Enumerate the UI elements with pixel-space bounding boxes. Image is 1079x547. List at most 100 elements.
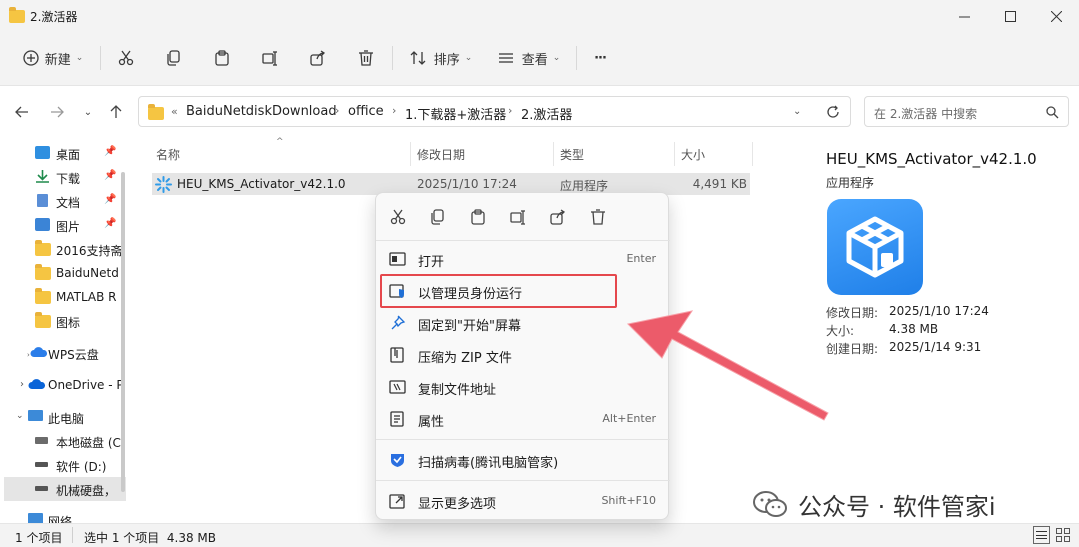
column-divider[interactable]: [674, 142, 675, 166]
paste-icon[interactable]: [468, 207, 488, 227]
column-divider[interactable]: [553, 142, 554, 166]
sidebar-item-label: BaiduNetd: [56, 266, 119, 280]
column-header-date[interactable]: 修改日期: [417, 146, 465, 163]
sidebar-item-folder[interactable]: 2016支持斋: [0, 237, 130, 261]
delete-icon[interactable]: [588, 207, 608, 227]
folder-icon: [9, 7, 25, 23]
menu-item-open[interactable]: 打开 Enter: [376, 244, 670, 274]
share-icon: [310, 50, 326, 66]
sidebar-item-label: 机械硬盘，: [56, 484, 117, 498]
close-button[interactable]: [1033, 0, 1079, 32]
highlight-box: [380, 274, 617, 308]
column-divider[interactable]: [410, 142, 411, 166]
cloud-icon: [30, 347, 48, 357]
column-header-type[interactable]: 类型: [560, 146, 584, 163]
pin-icon: [391, 315, 406, 330]
sidebar-item-folder[interactable]: MATLAB R: [0, 285, 130, 309]
paste-button[interactable]: [210, 42, 234, 74]
view-button[interactable]: 查看 ⌄: [494, 42, 564, 74]
network-icon: [28, 513, 43, 523]
menu-item-scan-virus[interactable]: 扫描病毒(腾讯电脑管家): [376, 445, 670, 475]
menu-item-more-options[interactable]: 显示更多选项 Shift+F10: [376, 486, 670, 516]
sidebar-item-drive-d[interactable]: 软件 (D:): [0, 453, 130, 477]
sidebar-item-label: 网络: [48, 515, 73, 523]
menu-item-label: 属性: [418, 415, 445, 430]
column-divider[interactable]: [752, 142, 753, 166]
folder-icon: [35, 240, 51, 256]
refresh-button[interactable]: [822, 101, 844, 123]
status-bar: 1 个项目 选中 1 个项目 4.38 MB: [0, 523, 1079, 547]
divider: [72, 527, 73, 543]
view-icon: [498, 53, 513, 63]
menu-item-label: 压缩为 ZIP 文件: [418, 351, 512, 366]
address-dropdown-icon[interactable]: ⌄: [793, 106, 801, 117]
minimize-button[interactable]: [941, 0, 987, 32]
rename-button[interactable]: [258, 42, 282, 74]
sidebar-item-folder[interactable]: BaiduNetd: [0, 261, 130, 285]
divider: [392, 46, 393, 70]
window-title: 2.激活器: [30, 10, 78, 24]
open-icon: [389, 252, 406, 266]
details-view-button[interactable]: [1033, 526, 1050, 544]
rename-icon[interactable]: [508, 207, 528, 227]
new-button[interactable]: 新建 ⌄: [18, 42, 88, 74]
copy-button[interactable]: [162, 42, 186, 74]
chevron-right-icon: ›: [20, 379, 24, 390]
drive-icon: [35, 486, 48, 491]
sidebar-item-downloads[interactable]: 下载 📌: [0, 165, 130, 189]
sidebar-item-onedrive[interactable]: › OneDrive - P: [0, 373, 130, 397]
sidebar-item-this-pc[interactable]: ⌄ 此电脑: [0, 405, 130, 429]
share-button[interactable]: [306, 42, 330, 74]
sidebar-item-label: 桌面: [56, 148, 81, 162]
sidebar-item-pictures[interactable]: 图片 📌: [0, 213, 130, 237]
forward-arrow-icon[interactable]: [47, 102, 67, 122]
plus-circle-icon: [23, 50, 39, 66]
address-bar[interactable]: « BaiduNetdiskDownload › office › 1.下载器+…: [138, 96, 851, 127]
sidebar-item-network[interactable]: 网络: [0, 508, 130, 523]
pin-icon: 📌: [104, 218, 117, 229]
maximize-button[interactable]: [987, 0, 1033, 32]
pin-icon: 📌: [104, 170, 117, 181]
search-box[interactable]: 在 2.激活器 中搜索: [864, 96, 1069, 127]
sidebar-item-label: 此电脑: [48, 412, 85, 426]
wechat-logo-icon: [753, 490, 787, 517]
cut-icon[interactable]: [388, 207, 408, 227]
onedrive-icon: [28, 379, 46, 389]
sidebar-scrollbar[interactable]: [121, 172, 125, 492]
column-header-name[interactable]: 名称: [156, 146, 180, 163]
recent-chevron-icon[interactable]: ⌄: [78, 102, 98, 122]
document-icon: [37, 194, 48, 207]
selection-info: 选中 1 个项目 4.38 MB: [84, 531, 217, 545]
sort-button[interactable]: 排序 ⌄: [406, 42, 476, 74]
cut-button[interactable]: [114, 42, 138, 74]
chevron-down-icon: ⌄: [75, 53, 84, 63]
share-icon[interactable]: [548, 207, 568, 227]
back-arrow-icon[interactable]: [12, 102, 32, 122]
details-value: 2025/1/10 17:24: [889, 304, 989, 318]
breadcrumb-item[interactable]: 1.下载器+激活器: [405, 104, 506, 123]
copy-icon[interactable]: [428, 207, 448, 227]
picture-icon: [35, 218, 50, 231]
search-icon: [1046, 106, 1059, 119]
sidebar-item-drive-c[interactable]: 本地磁盘 (C: [0, 429, 130, 453]
tiles-view-button[interactable]: [1056, 528, 1070, 542]
more-button[interactable]: ···: [588, 42, 612, 74]
sidebar-item-folder[interactable]: 图标: [0, 309, 130, 333]
sidebar-item-desktop[interactable]: 桌面 📌: [0, 141, 130, 165]
sidebar-item-documents[interactable]: 文档 📌: [0, 189, 130, 213]
chevron-right-icon: ›: [392, 104, 397, 117]
menu-item-label: 复制文件地址: [418, 383, 497, 398]
sidebar-item-hdd[interactable]: 机械硬盘，: [4, 477, 126, 501]
up-arrow-icon[interactable]: [106, 102, 126, 122]
breadcrumb-item[interactable]: office: [348, 104, 384, 119]
sidebar-item-wps-cloud[interactable]: › WPS云盘: [0, 341, 130, 365]
trash-icon: [359, 50, 373, 66]
copy-path-icon: [389, 380, 406, 394]
rename-icon: [262, 51, 277, 66]
breadcrumb-item[interactable]: 2.激活器: [521, 104, 572, 123]
details-value: 4.38 MB: [889, 322, 939, 336]
overflow-chevron-icon[interactable]: «: [171, 105, 178, 118]
delete-button[interactable]: [354, 42, 378, 74]
breadcrumb-item[interactable]: BaiduNetdiskDownload: [186, 104, 337, 119]
column-header-size[interactable]: 大小: [681, 146, 705, 163]
